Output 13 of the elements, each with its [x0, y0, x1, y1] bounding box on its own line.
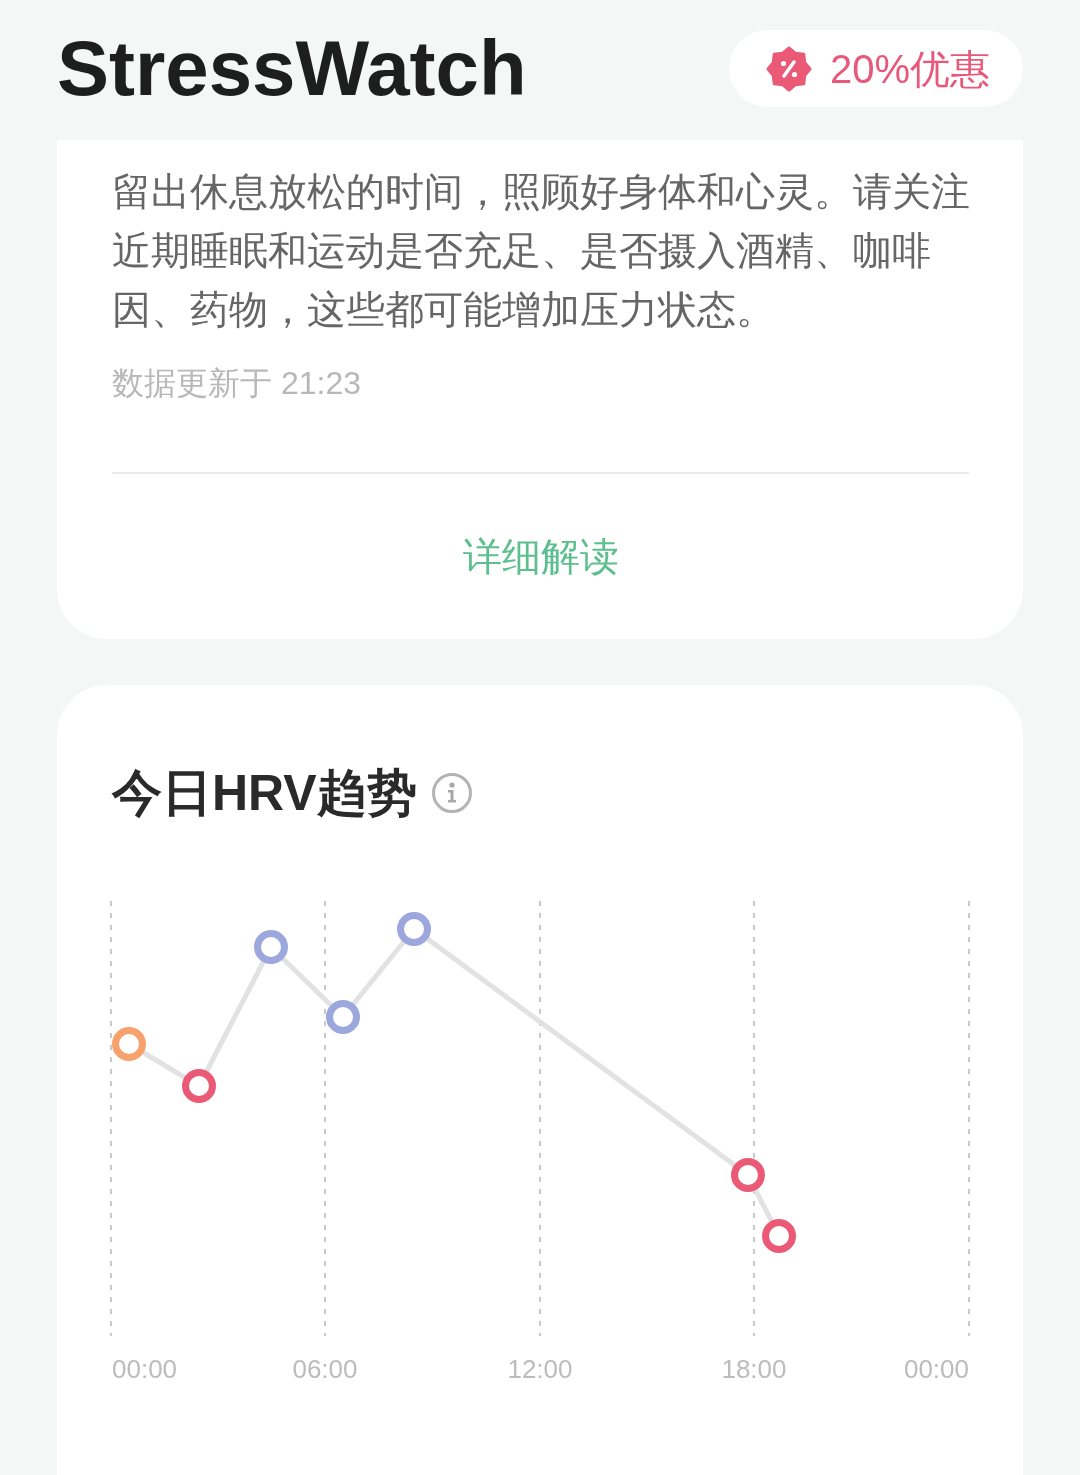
x-axis-label: 18:00 — [721, 1354, 787, 1384]
x-axis-label: 00:00 — [903, 1354, 969, 1384]
app-title: StressWatch — [57, 30, 527, 107]
hrv-card-title: 今日HRV趋势 — [112, 764, 417, 823]
discount-badge-icon — [765, 45, 812, 92]
detail-button[interactable]: 详细解读 — [462, 533, 619, 580]
advice-paragraph: 留出休息放松的时间，照顾好身体和心灵。请关注近期睡眠和运动是否充足、是否摄入酒精、咖啡因、药物，这些都可能增加压力状态。 — [112, 169, 971, 333]
update-time-text: 数据更新于 21:23 — [112, 364, 362, 403]
x-axis-label: 06:00 — [292, 1354, 358, 1384]
x-axis-label: 00:00 — [112, 1354, 178, 1384]
x-axis-label: 12:00 — [507, 1354, 573, 1384]
promo-badge[interactable]: 20%优惠 — [728, 30, 1023, 107]
info-icon[interactable] — [430, 772, 473, 814]
